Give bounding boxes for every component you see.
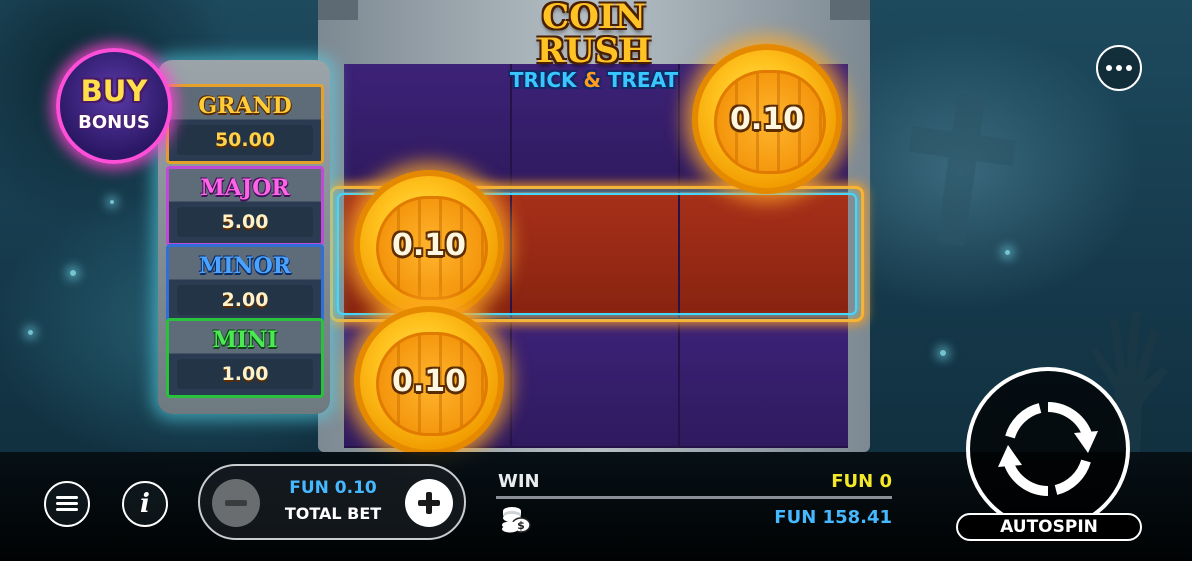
bet-label: TOTAL BET bbox=[284, 504, 382, 523]
jackpot-value: 2.00 bbox=[177, 285, 313, 315]
logo-subtitle: TRICK & TREAT bbox=[488, 68, 700, 92]
logo-subtitle-right: TREAT bbox=[607, 68, 679, 92]
game-logo: COIN RUSH TRICK & TREAT bbox=[488, 0, 700, 92]
coins-stack-icon: $ bbox=[502, 507, 531, 533]
increase-bet-button[interactable] bbox=[405, 479, 453, 527]
more-dots-icon bbox=[1116, 65, 1122, 71]
firefly bbox=[110, 200, 114, 204]
firefly bbox=[1005, 250, 1010, 255]
pumpkin-coin: 0.10 bbox=[354, 170, 504, 320]
bet-amount: FUN 0.10 bbox=[289, 478, 377, 498]
jackpot-major: MAJOR 5.00 bbox=[166, 166, 324, 246]
coin-value: 0.10 bbox=[391, 363, 467, 399]
jackpot-grand: GRAND 50.00 bbox=[166, 84, 324, 164]
coin-value: 0.10 bbox=[391, 227, 467, 263]
logo-title: COIN RUSH bbox=[536, 0, 652, 71]
menu-button[interactable] bbox=[44, 481, 90, 527]
balance-value: FUN 158.41 bbox=[774, 507, 892, 528]
pumpkin-coin: 0.10 bbox=[354, 306, 504, 456]
buy-bonus-label-bottom: BONUS bbox=[78, 112, 150, 133]
minus-icon bbox=[225, 500, 247, 506]
svg-text:$: $ bbox=[517, 519, 525, 532]
hamburger-icon bbox=[56, 496, 78, 512]
jackpot-name: MINOR bbox=[198, 253, 292, 279]
jackpot-name: MAJOR bbox=[200, 175, 290, 201]
jackpot-mini: MINI 1.00 bbox=[166, 318, 324, 398]
jackpot-name: GRAND bbox=[198, 93, 292, 119]
info-icon: i bbox=[140, 489, 150, 519]
reel-cell bbox=[680, 320, 848, 448]
buy-bonus-label-top: BUY bbox=[80, 74, 148, 108]
decrease-bet-button[interactable] bbox=[212, 479, 260, 527]
jackpot-name: MINI bbox=[212, 327, 278, 353]
logo-subtitle-amp: & bbox=[583, 68, 601, 92]
coin-value: 0.10 bbox=[729, 101, 805, 137]
win-value: FUN 0 bbox=[831, 471, 892, 492]
info-button[interactable]: i bbox=[122, 481, 168, 527]
win-label: WIN bbox=[498, 471, 540, 492]
more-options-button[interactable] bbox=[1096, 45, 1142, 91]
buy-bonus-button[interactable]: BUY BONUS bbox=[56, 48, 172, 164]
pumpkin-coin: 0.10 bbox=[692, 44, 842, 194]
spin-button[interactable] bbox=[966, 367, 1130, 531]
reel-cell bbox=[512, 320, 680, 448]
firefly bbox=[940, 350, 946, 356]
firefly bbox=[70, 270, 76, 276]
background-grave-cross bbox=[905, 95, 1015, 245]
more-dots-icon bbox=[1126, 65, 1132, 71]
more-dots-icon bbox=[1106, 65, 1112, 71]
jackpot-value: 5.00 bbox=[177, 207, 313, 237]
firefly bbox=[28, 330, 33, 335]
jackpot-value: 1.00 bbox=[177, 359, 313, 389]
win-divider bbox=[496, 496, 892, 499]
spin-arrows-icon bbox=[998, 402, 1098, 496]
logo-subtitle-left: TRICK bbox=[509, 68, 577, 92]
jackpot-value: 50.00 bbox=[177, 125, 313, 155]
game-screen: 0.10 0.10 0.10 COIN RUSH TRICK & TREAT G… bbox=[0, 0, 1192, 561]
autospin-button[interactable]: AUTOSPIN bbox=[956, 513, 1142, 541]
jackpot-minor: MINOR 2.00 bbox=[166, 244, 324, 324]
